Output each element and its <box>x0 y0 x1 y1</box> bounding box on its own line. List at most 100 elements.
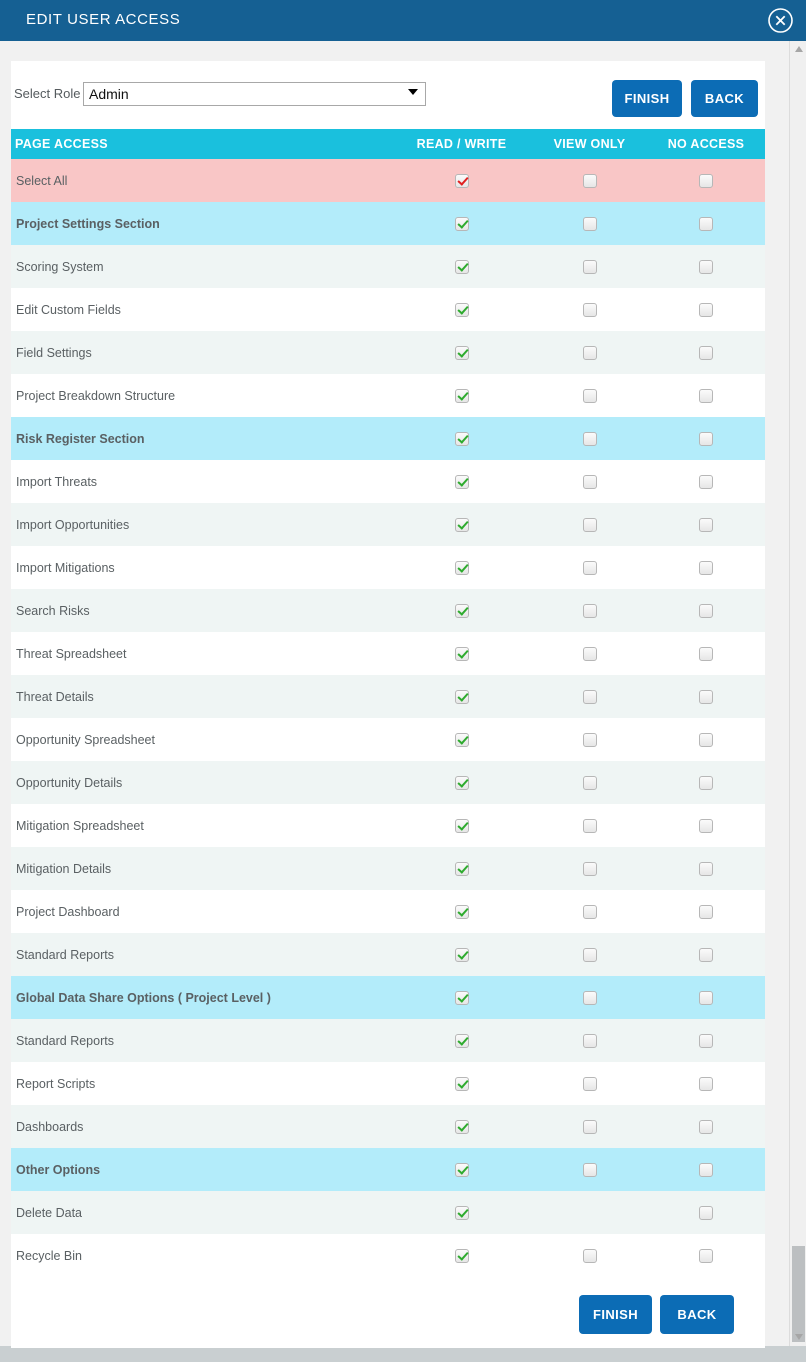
checkbox-read-write[interactable] <box>454 517 469 532</box>
checkbox-read-write[interactable] <box>454 818 469 833</box>
finish-button-top[interactable]: FINISH <box>612 80 682 117</box>
role-select[interactable]: Admin <box>83 82 426 106</box>
checkbox-view-only[interactable] <box>582 603 597 618</box>
checkbox-read-write[interactable] <box>454 173 469 188</box>
checkbox-no-access[interactable] <box>699 990 713 1005</box>
vertical-scrollbar[interactable] <box>789 41 806 1346</box>
checkbox-view-only[interactable] <box>582 904 597 919</box>
checkbox-read-write[interactable] <box>454 474 469 489</box>
cell-view-only <box>532 1062 647 1105</box>
cell-view-only <box>532 1148 647 1191</box>
checkbox-read-write[interactable] <box>454 1033 469 1048</box>
checkbox-no-access[interactable] <box>699 1248 713 1263</box>
checkbox-read-write[interactable] <box>454 646 469 661</box>
close-icon[interactable] <box>766 6 795 35</box>
caret-down-icon[interactable] <box>790 1329 806 1346</box>
checkbox-view-only[interactable] <box>582 1119 597 1134</box>
checkbox-no-access[interactable] <box>699 732 713 747</box>
checkbox-no-access[interactable] <box>699 345 713 360</box>
cell-no-access <box>647 675 765 718</box>
checkbox-no-access[interactable] <box>699 259 713 274</box>
checkbox-view-only[interactable] <box>582 646 597 661</box>
checkbox-view-only[interactable] <box>582 732 597 747</box>
checkbox-view-only[interactable] <box>582 1162 597 1177</box>
checkbox-no-access[interactable] <box>699 1119 713 1134</box>
checkbox-read-write[interactable] <box>454 345 469 360</box>
checkbox-view-only[interactable] <box>582 1076 597 1091</box>
checkbox-no-access[interactable] <box>699 216 713 231</box>
checkbox-view-only[interactable] <box>582 990 597 1005</box>
checkbox-no-access[interactable] <box>699 646 713 661</box>
checkbox-no-access[interactable] <box>699 1205 713 1220</box>
checkbox-view-only[interactable] <box>582 216 597 231</box>
checkbox-read-write[interactable] <box>454 431 469 446</box>
checkbox-read-write[interactable] <box>454 689 469 704</box>
checkbox-no-access[interactable] <box>699 603 713 618</box>
checkbox-view-only[interactable] <box>582 431 597 446</box>
checkbox-read-write[interactable] <box>454 775 469 790</box>
checkbox-read-write[interactable] <box>454 259 469 274</box>
checkbox-no-access[interactable] <box>699 947 713 962</box>
table-row: Opportunity Details <box>11 761 765 804</box>
checkbox-read-write[interactable] <box>454 904 469 919</box>
checkbox-no-access[interactable] <box>699 689 713 704</box>
cell-no-access <box>647 245 765 288</box>
checkbox-view-only[interactable] <box>582 259 597 274</box>
checkbox-view-only[interactable] <box>582 947 597 962</box>
caret-up-icon[interactable] <box>790 41 806 58</box>
checkbox-read-write[interactable] <box>454 216 469 231</box>
checkbox-view-only[interactable] <box>582 388 597 403</box>
row-label: Standard Reports <box>11 1019 391 1062</box>
checkbox-view-only[interactable] <box>582 861 597 876</box>
checkbox-no-access[interactable] <box>699 1033 713 1048</box>
finish-button-bottom[interactable]: FINISH <box>579 1295 652 1334</box>
scrollbar-thumb[interactable] <box>792 1246 805 1342</box>
checkbox-read-write[interactable] <box>454 1076 469 1091</box>
checkbox-read-write[interactable] <box>454 302 469 317</box>
row-label: Dashboards <box>11 1105 391 1148</box>
checkbox-no-access[interactable] <box>699 431 713 446</box>
checkbox-view-only[interactable] <box>582 689 597 704</box>
checkbox-no-access[interactable] <box>699 517 713 532</box>
checkbox-no-access[interactable] <box>699 1162 713 1177</box>
cell-view-only <box>532 1019 647 1062</box>
checkbox-read-write[interactable] <box>454 861 469 876</box>
back-button-bottom[interactable]: BACK <box>660 1295 734 1334</box>
checkbox-read-write[interactable] <box>454 732 469 747</box>
checkbox-view-only[interactable] <box>582 775 597 790</box>
checkbox-view-only[interactable] <box>582 302 597 317</box>
checkbox-view-only[interactable] <box>582 1248 597 1263</box>
checkbox-read-write[interactable] <box>454 990 469 1005</box>
checkbox-no-access[interactable] <box>699 388 713 403</box>
checkbox-no-access[interactable] <box>699 1076 713 1091</box>
checkbox-read-write[interactable] <box>454 560 469 575</box>
checkbox-read-write[interactable] <box>454 1248 469 1263</box>
checkbox-no-access[interactable] <box>699 861 713 876</box>
checkbox-no-access[interactable] <box>699 818 713 833</box>
checkbox-no-access[interactable] <box>699 904 713 919</box>
checkbox-read-write[interactable] <box>454 1162 469 1177</box>
checkbox-no-access[interactable] <box>699 173 713 188</box>
checkbox-read-write[interactable] <box>454 1205 469 1220</box>
checkbox-no-access[interactable] <box>699 560 713 575</box>
toolbar: Select Role : Admin FINISH BACK <box>11 61 765 129</box>
checkbox-view-only[interactable] <box>582 818 597 833</box>
cell-read-write <box>391 804 532 847</box>
checkbox-view-only[interactable] <box>582 517 597 532</box>
cell-read-write <box>391 1019 532 1062</box>
checkbox-view-only[interactable] <box>582 560 597 575</box>
checkbox-read-write[interactable] <box>454 603 469 618</box>
back-button-top[interactable]: BACK <box>691 80 758 117</box>
checkbox-view-only[interactable] <box>582 173 597 188</box>
cell-read-write <box>391 331 532 374</box>
checkbox-no-access[interactable] <box>699 775 713 790</box>
checkbox-read-write[interactable] <box>454 1119 469 1134</box>
checkbox-read-write[interactable] <box>454 947 469 962</box>
checkbox-read-write[interactable] <box>454 388 469 403</box>
checkbox-view-only[interactable] <box>582 345 597 360</box>
checkbox-view-only[interactable] <box>582 1033 597 1048</box>
checkbox-view-only[interactable] <box>582 474 597 489</box>
checkbox-no-access[interactable] <box>699 302 713 317</box>
row-label: Field Settings <box>11 331 391 374</box>
checkbox-no-access[interactable] <box>699 474 713 489</box>
